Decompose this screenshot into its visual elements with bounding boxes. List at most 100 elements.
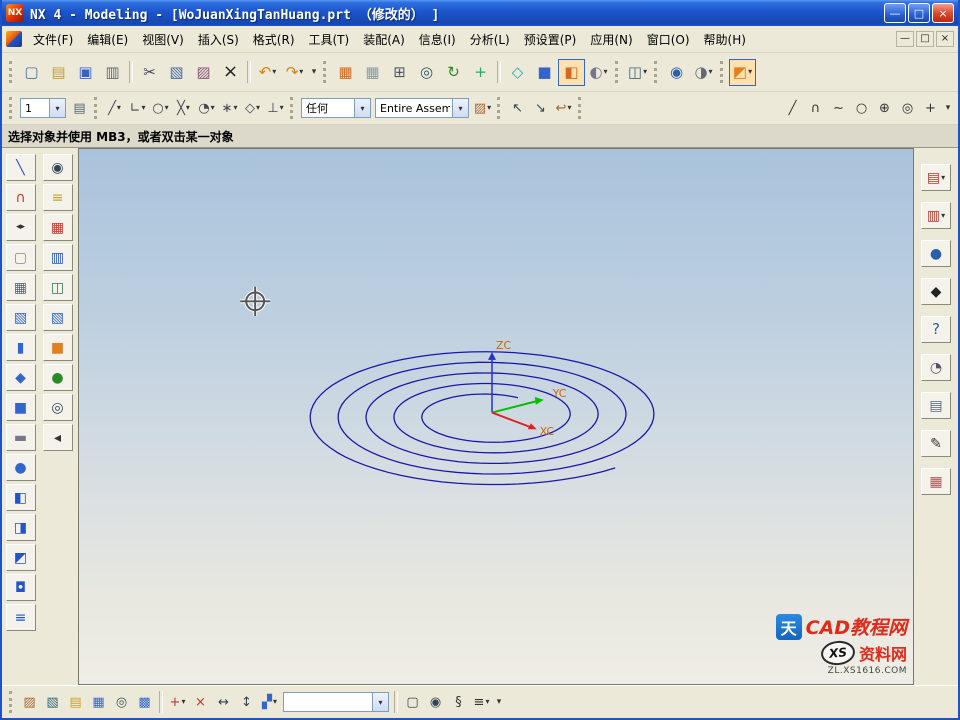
open-book-button[interactable]: ◫ <box>43 274 73 301</box>
curve-toolbar-options-button[interactable]: ▾ <box>942 97 954 120</box>
toolbar-handle[interactable] <box>578 97 584 119</box>
undo-dropdown-icon[interactable]: ▾ <box>272 68 276 76</box>
spiral-curve[interactable] <box>310 352 654 485</box>
toolbar-handle[interactable] <box>497 97 503 119</box>
intersect-button[interactable]: ◩ <box>6 544 36 571</box>
toolbar-options-button[interactable]: ▾ <box>308 59 320 86</box>
green-sphere-button[interactable]: ● <box>43 364 73 391</box>
chevron-down-icon[interactable]: ▾ <box>354 99 370 117</box>
display-preferences-button[interactable]: ◑▾ <box>690 59 717 86</box>
orange-box-button[interactable]: ■ <box>43 334 73 361</box>
menu-item-window[interactable]: 窗口(O) <box>640 27 697 52</box>
menu-item-edit[interactable]: 编辑(E) <box>80 27 135 52</box>
hollow-button[interactable]: ◘ <box>6 574 36 601</box>
subtract-button[interactable]: ◨ <box>6 514 36 541</box>
cut-button[interactable]: ✂ <box>136 59 163 86</box>
toolbar-handle[interactable] <box>720 61 726 83</box>
snap-mid-point-button[interactable]: ∟▾ <box>126 97 149 120</box>
point-tool-button[interactable]: ⊕ <box>873 97 896 120</box>
snap-csys-dropdown-icon[interactable]: ▾ <box>280 104 284 112</box>
snap-csys-button[interactable]: ⊥▾ <box>264 97 287 120</box>
chevron-down-icon[interactable]: ▾ <box>372 693 388 711</box>
layer-settings-button[interactable]: ▤ <box>68 97 91 120</box>
circle-tool-button[interactable]: ○ <box>850 97 873 120</box>
work-layer-combobox[interactable]: 1▾ <box>20 98 66 118</box>
history-clock-button[interactable]: ◔ <box>921 354 951 381</box>
open-file-button[interactable]: ▤ <box>45 59 72 86</box>
sheet-grid-button[interactable]: ▦ <box>43 214 73 241</box>
point-constructor-button[interactable]: +▾ <box>166 691 189 714</box>
arc-tool-button[interactable]: ∩ <box>804 97 827 120</box>
menu-item-information[interactable]: 信息(I) <box>412 27 463 52</box>
minimize-button[interactable]: — <box>884 3 906 23</box>
display-glasses-button[interactable]: ◉ <box>43 154 73 181</box>
snap-point-on-face-dropdown-icon[interactable]: ▾ <box>256 104 260 112</box>
application-modeling-button[interactable]: ◩▾ <box>729 59 756 86</box>
line-tool-button[interactable]: ╱ <box>781 97 804 120</box>
deselect-all-button[interactable]: ↘ <box>529 97 552 120</box>
application-modeling-dropdown-icon[interactable]: ▾ <box>748 68 752 76</box>
snap-quadrant-button[interactable]: ◔▾ <box>195 97 218 120</box>
snap-intersection-button[interactable]: ╳▾ <box>172 97 195 120</box>
pan-view-button[interactable]: + <box>467 59 494 86</box>
mdi-close-button[interactable]: × <box>936 31 954 47</box>
sketch-arc-button[interactable]: ∩ <box>6 184 36 211</box>
graphics-window[interactable]: ZC YC XC 天 CAD教程网 <box>78 148 914 685</box>
selection-scope-combobox[interactable]: Entire Assemb▾ <box>375 98 469 118</box>
render-style-dropdown-icon[interactable]: ▾ <box>604 68 608 76</box>
revolve-button[interactable]: ◆ <box>6 364 36 391</box>
notes-button[interactable]: ≡▾ <box>470 691 493 714</box>
tile-windows-dropdown-icon[interactable]: ▾ <box>941 212 945 220</box>
select-region-button[interactable]: ▢ <box>6 244 36 271</box>
cube-stack-button[interactable]: ▧ <box>43 304 73 331</box>
toolbar-handle[interactable] <box>290 97 296 119</box>
layer-stack-button[interactable]: ≡ <box>43 184 73 211</box>
new-window-button[interactable]: ▢ <box>401 691 424 714</box>
menu-item-application[interactable]: 应用(N) <box>583 27 639 52</box>
sketch-button[interactable]: ▧ <box>6 304 36 331</box>
select-general-button[interactable]: ↖ <box>506 97 529 120</box>
graphics-canvas[interactable]: ZC YC XC <box>79 149 913 684</box>
display-mode-button[interactable]: ◧ <box>558 59 585 86</box>
block-button[interactable]: ■ <box>6 394 36 421</box>
snap-existing-point-dropdown-icon[interactable]: ▾ <box>233 104 237 112</box>
fit-view-button[interactable]: ▦ <box>359 59 386 86</box>
move-object-button[interactable]: ↔ <box>212 691 235 714</box>
menu-item-view[interactable]: 视图(V) <box>135 27 191 52</box>
menu-item-analysis[interactable]: 分析(L) <box>463 27 517 52</box>
split-screen-dropdown-icon[interactable]: ▾ <box>643 68 647 76</box>
unite-button[interactable]: ◧ <box>6 484 36 511</box>
transform-button[interactable]: ↕ <box>235 691 258 714</box>
highlight-selection-button[interactable]: ▨▾ <box>471 97 494 120</box>
visualization-button[interactable]: ◉ <box>663 59 690 86</box>
ellipse-tool-button[interactable]: ◎ <box>896 97 919 120</box>
undo-button[interactable]: ↶▾ <box>254 59 281 86</box>
nav-arrows-button[interactable]: ◂▸ <box>6 214 36 241</box>
selection-bar-combobox[interactable]: ▾ <box>283 692 389 712</box>
toolbar-handle[interactable] <box>9 97 15 119</box>
shaded-display-button[interactable]: ■ <box>531 59 558 86</box>
find-circle-button[interactable]: ◎ <box>43 394 73 421</box>
snap-quadrant-dropdown-icon[interactable]: ▾ <box>211 104 215 112</box>
selection-history-dropdown-icon[interactable]: ▾ <box>567 104 571 112</box>
copy-button[interactable]: ▧ <box>163 59 190 86</box>
wireframe-display-button[interactable]: ◇ <box>504 59 531 86</box>
model-views-button[interactable]: ▦ <box>87 691 110 714</box>
basic-curves-button[interactable]: + <box>919 97 942 120</box>
redo-dropdown-icon[interactable]: ▾ <box>299 68 303 76</box>
restore-button[interactable]: □ <box>908 3 930 23</box>
split-screen-button[interactable]: ◫▾ <box>624 59 651 86</box>
snap-intersection-dropdown-icon[interactable]: ▾ <box>186 104 190 112</box>
display-preferences-dropdown-icon[interactable]: ▾ <box>709 68 713 76</box>
toolbar-handle[interactable] <box>615 61 621 83</box>
snap-point-on-face-button[interactable]: ◇▾ <box>241 97 264 120</box>
web-browser-button[interactable]: ● <box>921 240 951 267</box>
menu-item-help[interactable]: 帮助(H) <box>697 27 753 52</box>
menu-item-insert[interactable]: 插入(S) <box>191 27 246 52</box>
snap-mid-point-dropdown-icon[interactable]: ▾ <box>141 104 145 112</box>
menu-item-preferences[interactable]: 预设置(P) <box>517 27 584 52</box>
layer-visible-button[interactable]: ▤ <box>64 691 87 714</box>
menu-item-file[interactable]: 文件(F) <box>26 27 80 52</box>
mdi-restore-button[interactable]: □ <box>916 31 934 47</box>
extrude-button[interactable]: ▮ <box>6 334 36 361</box>
